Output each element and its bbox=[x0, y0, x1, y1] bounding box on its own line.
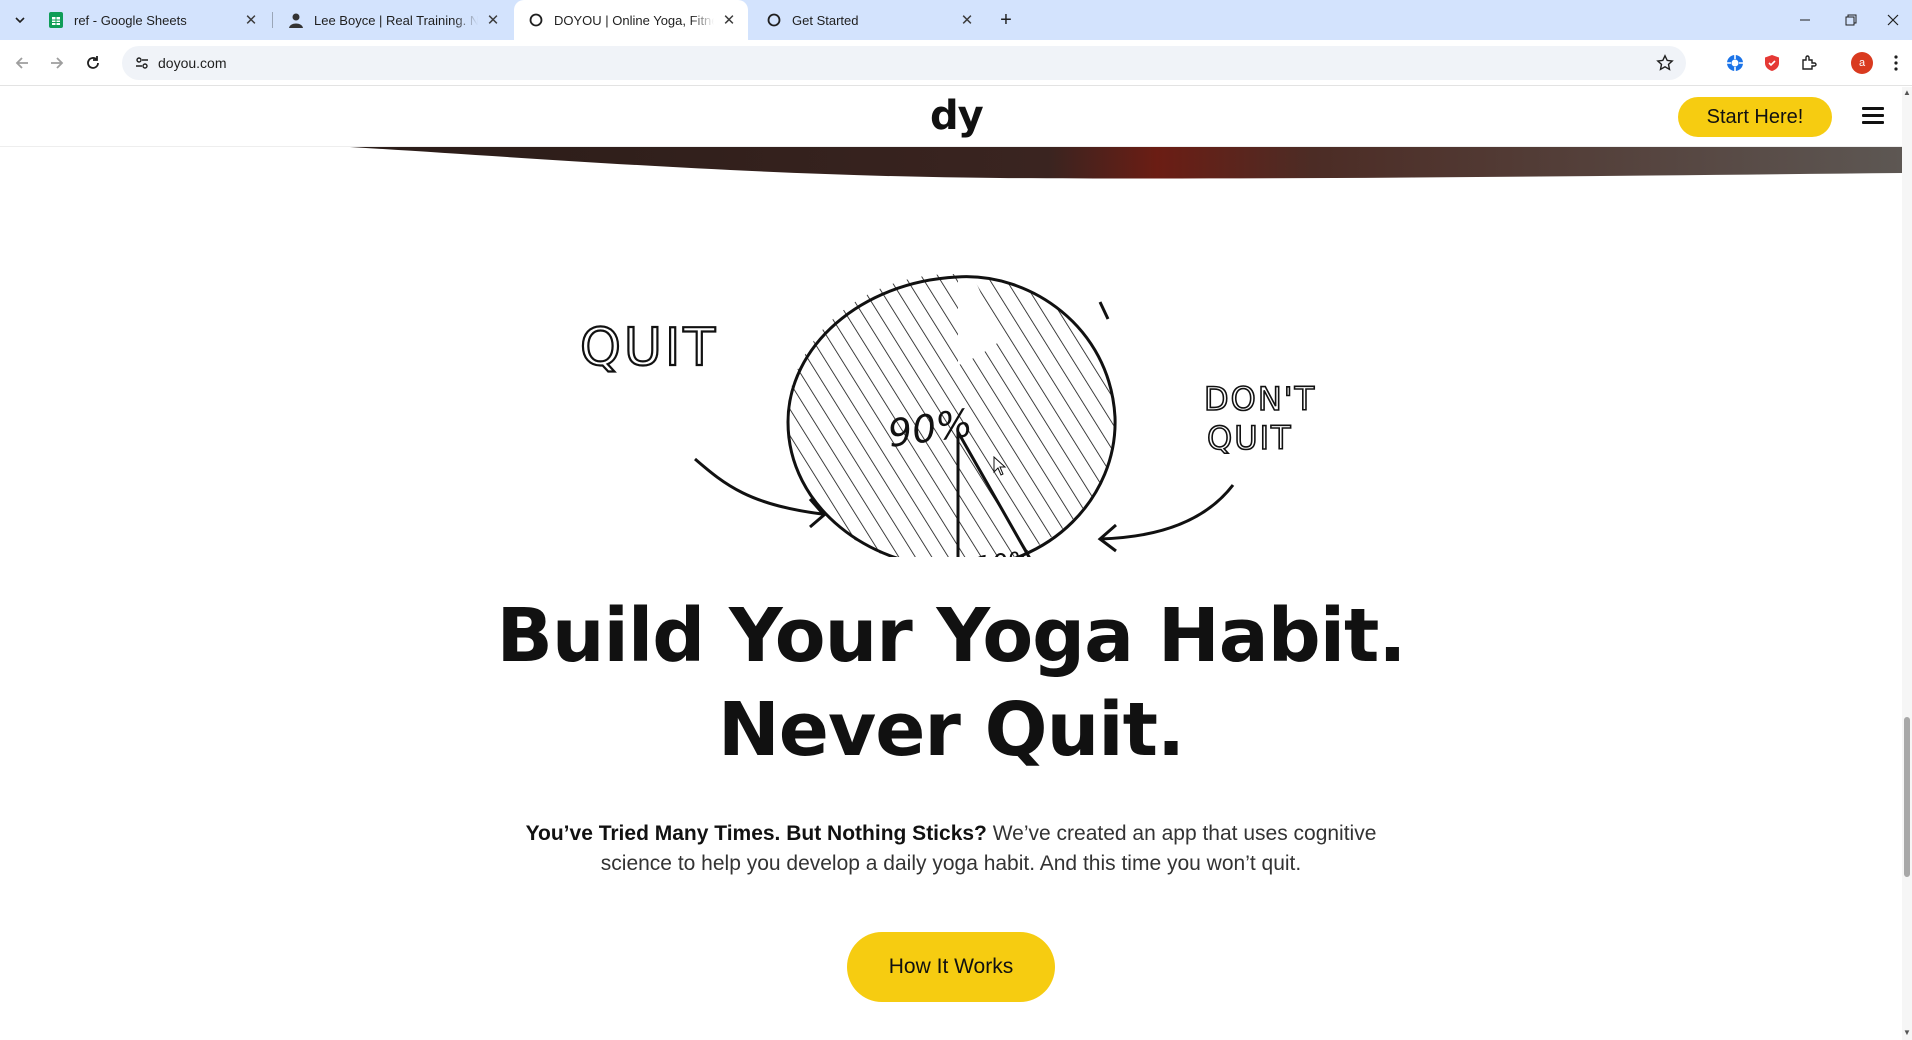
page-scrollbar[interactable]: ▲ ▼ bbox=[1902, 87, 1912, 1040]
browser-tab-bar: ref - Google Sheets ✕ Lee Boyce | Real T… bbox=[0, 0, 1912, 40]
scroll-up-arrow[interactable]: ▲ bbox=[1903, 89, 1911, 97]
dont-label: DON'T bbox=[1204, 380, 1316, 418]
quit-label: QUIT bbox=[580, 318, 718, 378]
tab-search-button[interactable] bbox=[8, 8, 32, 32]
hero-subtext: You’ve Tried Many Times. But Nothing Sti… bbox=[520, 819, 1382, 879]
page-viewport: dy Start Here! 90% QUIT DON'T QUIT Build… bbox=[0, 87, 1902, 1040]
dont-quit-label: QUIT bbox=[1207, 419, 1293, 457]
scroll-down-arrow[interactable]: ▼ bbox=[1903, 1029, 1911, 1037]
restore-icon bbox=[1845, 14, 1857, 26]
browser-menu-icon[interactable] bbox=[1888, 52, 1904, 74]
profile-avatar[interactable]: a bbox=[1851, 52, 1873, 74]
close-tab-icon[interactable]: ✕ bbox=[484, 11, 502, 29]
shield-extension-icon[interactable] bbox=[1761, 52, 1783, 74]
headline-line-1: Build Your Yoga Habit. bbox=[496, 593, 1406, 679]
url-text: doyou.com bbox=[158, 55, 227, 71]
extensions-icon[interactable] bbox=[1798, 52, 1820, 74]
hamburger-icon[interactable] bbox=[1862, 107, 1884, 127]
arrow-right-icon bbox=[51, 57, 64, 69]
minimize-button[interactable] bbox=[1782, 0, 1828, 40]
reload-button[interactable] bbox=[79, 49, 107, 77]
tab-doyou[interactable]: DOYOU | Online Yoga, Fitness, & Meditati… bbox=[514, 0, 748, 40]
tab-get-started[interactable]: Get Started ✕ bbox=[752, 0, 986, 40]
scrollbar-thumb[interactable] bbox=[1904, 717, 1910, 877]
back-button[interactable] bbox=[8, 49, 36, 77]
tab-title: DOYOU | Online Yoga, Fitness, & Meditati… bbox=[554, 12, 714, 28]
subtext-bold: You’ve Tried Many Times. But Nothing Sti… bbox=[525, 822, 987, 845]
reload-icon bbox=[87, 56, 99, 69]
avatar-icon bbox=[288, 12, 304, 28]
close-window-button[interactable] bbox=[1870, 0, 1912, 40]
start-here-button[interactable]: Start Here! bbox=[1678, 97, 1832, 137]
tab-title: Lee Boyce | Real Training. No Nonsense bbox=[314, 12, 478, 28]
how-it-works-button[interactable]: How It Works bbox=[847, 932, 1055, 1002]
arrow-left-icon bbox=[15, 57, 28, 69]
headline-line-2: Never Quit. bbox=[717, 687, 1185, 773]
site-info-icon[interactable] bbox=[132, 53, 152, 73]
address-bar[interactable]: doyou.com bbox=[122, 46, 1686, 80]
extension-puzzle-blue-icon[interactable] bbox=[1724, 52, 1746, 74]
loading-icon bbox=[766, 12, 782, 28]
google-sheets-icon bbox=[48, 12, 64, 28]
close-icon bbox=[1887, 14, 1899, 26]
forward-button[interactable] bbox=[43, 49, 71, 77]
tab-title: ref - Google Sheets bbox=[74, 12, 187, 28]
tab-title: Get Started bbox=[792, 12, 859, 28]
new-tab-button[interactable]: + bbox=[994, 8, 1018, 32]
site-header: dy Start Here! bbox=[0, 87, 1902, 147]
mouse-cursor-icon bbox=[993, 456, 1007, 476]
close-tab-icon[interactable]: ✕ bbox=[242, 11, 260, 29]
tab-google-sheets[interactable]: ref - Google Sheets ✕ bbox=[34, 0, 270, 40]
plus-icon: + bbox=[1000, 8, 1012, 31]
tab-separator bbox=[272, 12, 273, 28]
hero-headline: Build Your Yoga Habit. Never Quit. bbox=[0, 589, 1902, 777]
minimize-icon bbox=[1800, 19, 1810, 21]
browser-toolbar: doyou.com a bbox=[0, 40, 1912, 86]
close-tab-icon[interactable]: ✕ bbox=[958, 11, 976, 29]
quit-pie-illustration: 90% 10% QUIT DON'T QUIT bbox=[579, 242, 1316, 557]
loading-icon bbox=[528, 12, 544, 28]
bookmark-star-icon[interactable] bbox=[1654, 52, 1676, 74]
restore-button[interactable] bbox=[1828, 0, 1874, 40]
site-logo[interactable]: dy bbox=[930, 93, 984, 139]
close-tab-icon[interactable]: ✕ bbox=[720, 11, 738, 29]
tab-lee-boyce[interactable]: Lee Boyce | Real Training. No Nonsense ✕ bbox=[274, 0, 512, 40]
hero-image-bottom-edge bbox=[350, 147, 1902, 179]
chevron-down-icon bbox=[15, 17, 25, 24]
